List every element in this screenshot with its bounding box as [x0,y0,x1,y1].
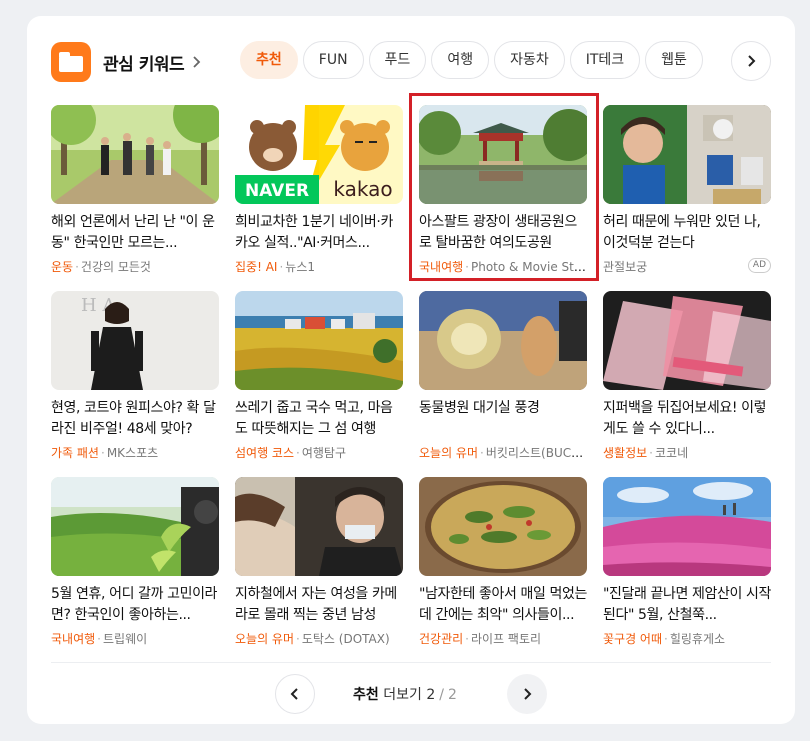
article-headline[interactable]: 동물병원 대기실 풍경 [419,398,587,440]
article-meta: 건강관리 · 라이프 팩토리 [419,632,542,646]
article-card[interactable]: 해외 언론에서 난리 난 "이 운동" 한국인만 모르는... 운동 · 건강의 모… [51,105,219,281]
article-meta: 집중! AI · 뉴스1 [235,260,316,274]
pager-text[interactable]: 추천 더보기 2/2 [353,684,457,704]
article-source[interactable]: 힐링휴게소 [670,632,725,646]
article-category[interactable]: 꽃구경 어때 [603,632,662,646]
chevron-left-icon [290,688,298,700]
article-headline[interactable]: 현영, 코트야 원피스야? 확 달라진 비주얼! 48세 맞아? [51,398,219,440]
article-headline[interactable]: "진달래 끝나면 제암산이 시작된다" 5월, 산철쭉... [603,584,771,626]
article-source[interactable]: 도탁스 (DOTAX) [302,632,390,646]
article-thumbnail[interactable] [419,291,587,390]
section-title[interactable]: 관심 키워드 [103,50,185,75]
chevron-right-icon [524,688,532,700]
article-category[interactable]: 오늘의 유머 [419,446,478,460]
article-thumbnail[interactable] [51,105,219,204]
keyword-feed-card: 관심 키워드 추천 FUN 푸드 여행 자동차 IT테크 웹툰 해외 언론에서 … [27,16,795,724]
pagination: 추천 더보기 2/2 [275,674,547,714]
article-headline[interactable]: 지하철에서 자는 여성을 카메라로 몰래 찍는 중년 남성 [235,584,403,626]
pager-total: 2 [447,687,457,703]
article-thumbnail[interactable] [51,477,219,576]
chip-fun[interactable]: FUN [302,41,364,79]
article-card[interactable]: 지하철에서 자는 여성을 카메라로 몰래 찍는 중년 남성 오늘의 유머 · 도탁스… [235,477,403,653]
article-meta: 생활정보 · 코코네 [603,446,689,460]
article-headline[interactable]: 지퍼백을 뒤집어보세요! 이렇게도 쓸 수 있다니... [603,398,771,440]
next-page-button[interactable] [507,674,547,714]
article-headline[interactable]: 5월 연휴, 어디 갈까 고민이라면? 한국인이 좋아하는... [51,584,219,626]
article-source[interactable]: 트립웨이 [103,632,147,646]
chip-recommend[interactable]: 추천 [240,41,298,79]
article-card[interactable]: 지퍼백을 뒤집어보세요! 이렇게도 쓸 수 있다니... 생활정보 · 코코네 [603,291,771,467]
article-source[interactable]: 라이프 팩토리 [471,632,541,646]
article-meta: 국내여행 · 트립웨이 [51,632,148,646]
selection-highlight [409,93,599,281]
article-source[interactable]: 코코네 [655,446,688,460]
article-headline[interactable]: 희비교차한 1분기 네이버·카카오 실적.."AI·커머스... [235,212,403,254]
folder-icon [51,42,91,82]
article-category[interactable]: 건강관리 [419,632,463,646]
article-source[interactable]: 버킷리스트(BUCKET...) [486,446,587,460]
article-category[interactable]: 섬여행 코스 [235,446,294,460]
ad-badge: AD [747,258,771,273]
article-category[interactable]: 생활정보 [603,446,647,460]
article-card[interactable]: NAVER kakao 희비교차한 1분기 네이버·카카오 실적.."AI·커머… [235,105,403,281]
article-source[interactable]: 관절보궁 [603,260,647,274]
chip-car[interactable]: 자동차 [494,41,565,79]
article-headline[interactable]: 허리 때문에 누워만 있던 나, 이것덕분 걷는다 [603,212,771,254]
article-source[interactable]: 건강의 모든것 [81,260,151,274]
article-source[interactable]: MK스포츠 [107,446,158,460]
pager-label: 추천 [353,687,379,703]
article-thumbnail[interactable] [235,477,403,576]
article-card[interactable]: "남자한테 좋아서 매일 먹었는데 간에는 최악" 의사들이... 건강관리 · 라… [419,477,587,653]
chevron-right-icon [193,56,201,68]
chip-travel[interactable]: 여행 [431,41,490,79]
article-meta: 오늘의 유머 · 도탁스 (DOTAX) [235,632,390,646]
article-meta: 관절보궁 [603,258,771,275]
chips-next-button[interactable] [731,41,771,81]
article-thumbnail[interactable]: H A [51,291,219,390]
chip-food[interactable]: 푸드 [368,41,427,79]
svg-text:kakao: kakao [333,177,392,201]
chip-webtoon[interactable]: 웹툰 [645,41,703,79]
article-headline[interactable]: 쓰레기 줍고 국수 먹고, 마음도 따뜻해지는 그 섬 여행 [235,398,403,440]
article-category[interactable]: 국내여행 [51,632,95,646]
article-category[interactable]: 오늘의 유머 [235,632,294,646]
article-headline[interactable]: 해외 언론에서 난리 난 "이 운동" 한국인만 모르는... [51,212,219,254]
article-thumbnail[interactable] [235,291,403,390]
article-card[interactable]: "진달래 끝나면 제암산이 시작된다" 5월, 산철쭉... 꽃구경 어때 · 힐링… [603,477,771,653]
article-meta: 섬여행 코스 · 여행탐구 [235,446,347,460]
article-category[interactable]: 집중! AI [235,260,277,274]
article-source[interactable]: 여행탐구 [302,446,346,460]
article-thumbnail[interactable] [603,291,771,390]
article-card[interactable]: 허리 때문에 누워만 있던 나, 이것덕분 걷는다 관절보궁 AD [603,105,771,281]
article-meta: 오늘의 유머·버킷리스트(BUCKET...) [419,444,587,461]
article-thumbnail[interactable]: NAVER kakao [235,105,403,204]
pager-more: 더보기 [383,687,422,703]
divider [51,662,771,663]
chevron-right-icon [748,55,756,67]
pager-current: 2 [426,687,436,703]
article-card[interactable]: 5월 연휴, 어디 갈까 고민이라면? 한국인이 좋아하는... 국내여행 · 트립… [51,477,219,653]
chip-it-tech[interactable]: IT테크 [569,41,641,79]
article-thumbnail[interactable] [603,477,771,576]
article-card[interactable]: 쓰레기 줍고 국수 먹고, 마음도 따뜻해지는 그 섬 여행 섬여행 코스 · 여행… [235,291,403,467]
article-source[interactable]: 뉴스1 [285,260,315,274]
article-headline[interactable]: "남자한테 좋아서 매일 먹었는데 간에는 최악" 의사들이... [419,584,587,626]
article-thumbnail[interactable] [419,477,587,576]
article-category[interactable]: 운동 [51,260,73,274]
keyword-chips: 추천 FUN 푸드 여행 자동차 IT테크 웹툰 [240,41,750,81]
article-meta: 꽃구경 어때 · 힐링휴게소 [603,632,726,646]
prev-page-button[interactable] [275,674,315,714]
article-meta: 가족 패션 · MK스포츠 [51,446,159,460]
article-meta: 운동 · 건강의 모든것 [51,260,151,274]
section-header[interactable]: 관심 키워드 [51,42,204,82]
article-card[interactable]: H A 현영, 코트야 원피스야? 확 달라진 비주얼! 48세 맞아? 가족 … [51,291,219,467]
article-thumbnail[interactable] [603,105,771,204]
svg-text:NAVER: NAVER [245,181,309,201]
article-category[interactable]: 가족 패션 [51,446,99,460]
article-card[interactable]: 동물병원 대기실 풍경 오늘의 유머·버킷리스트(BUCKET...) [419,291,587,467]
